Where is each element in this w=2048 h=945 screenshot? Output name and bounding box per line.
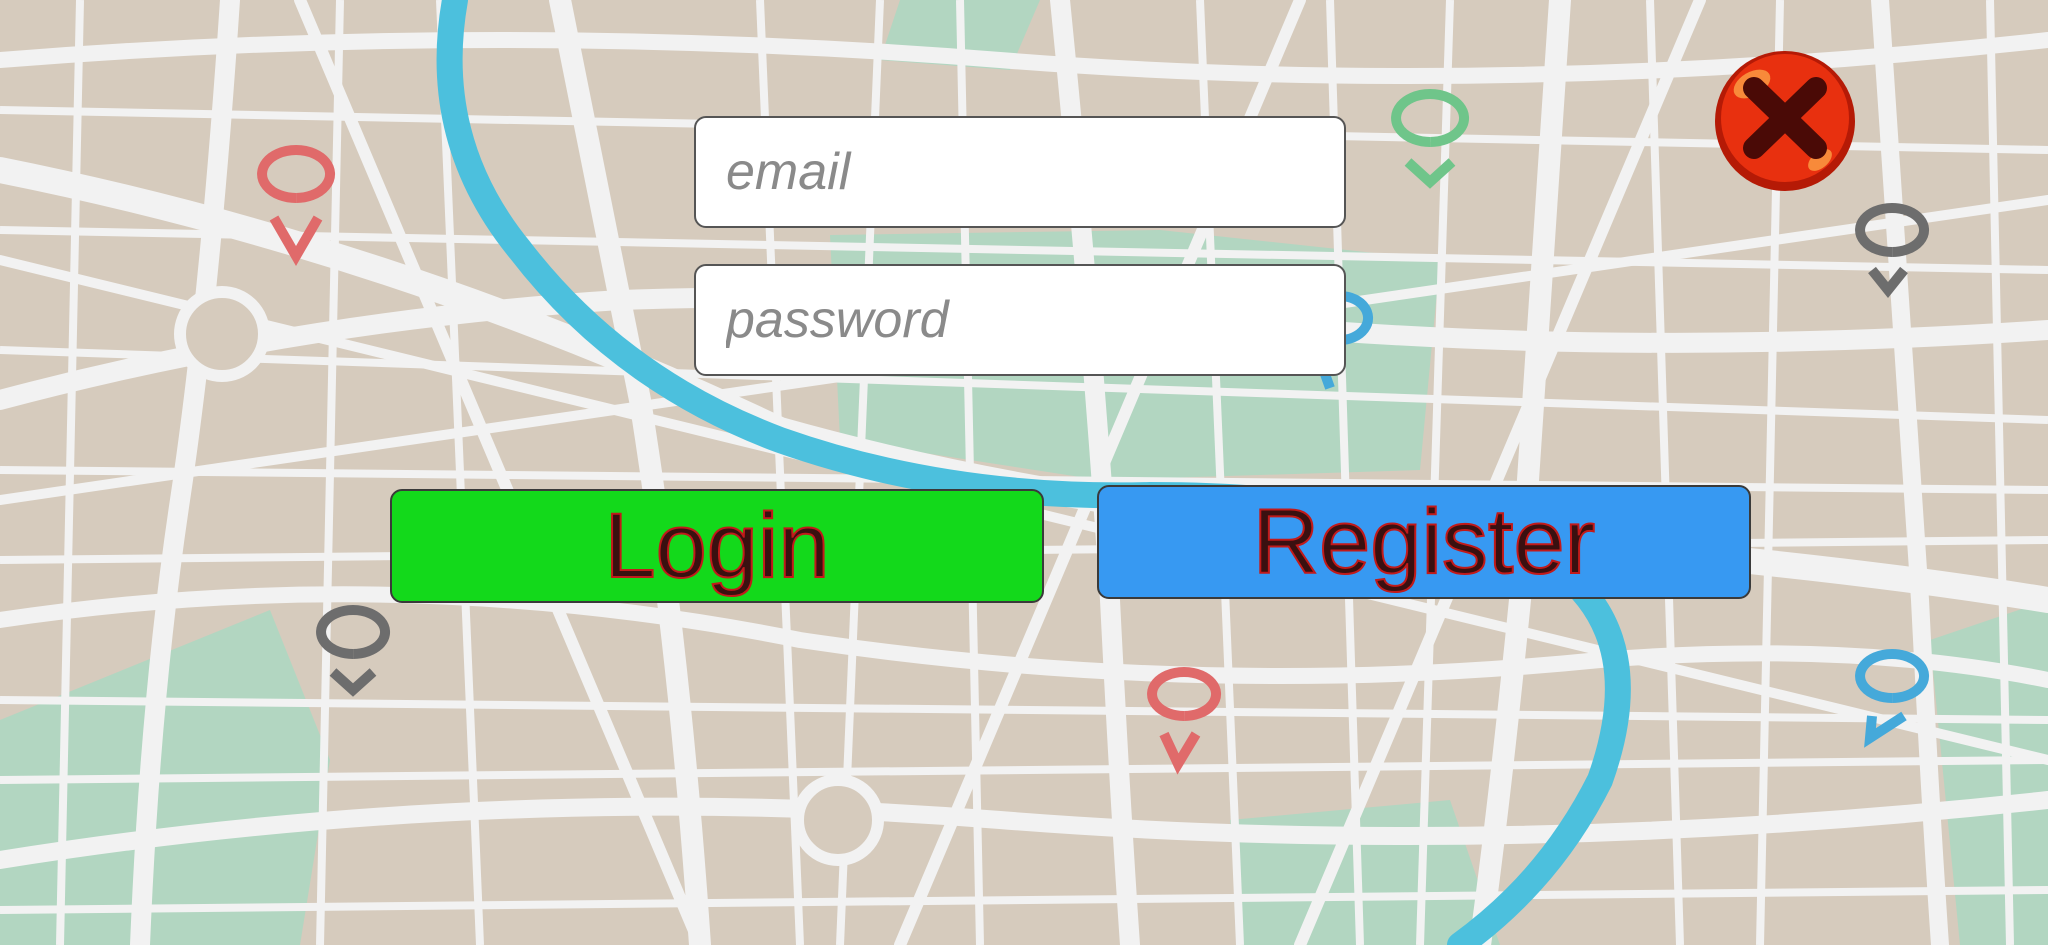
login-button[interactable]: Login [390,489,1044,603]
close-button[interactable] [1712,48,1858,194]
close-x-icon [1715,51,1855,191]
register-button[interactable]: Register [1097,485,1751,599]
email-input[interactable] [694,116,1346,228]
password-input[interactable] [694,264,1346,376]
